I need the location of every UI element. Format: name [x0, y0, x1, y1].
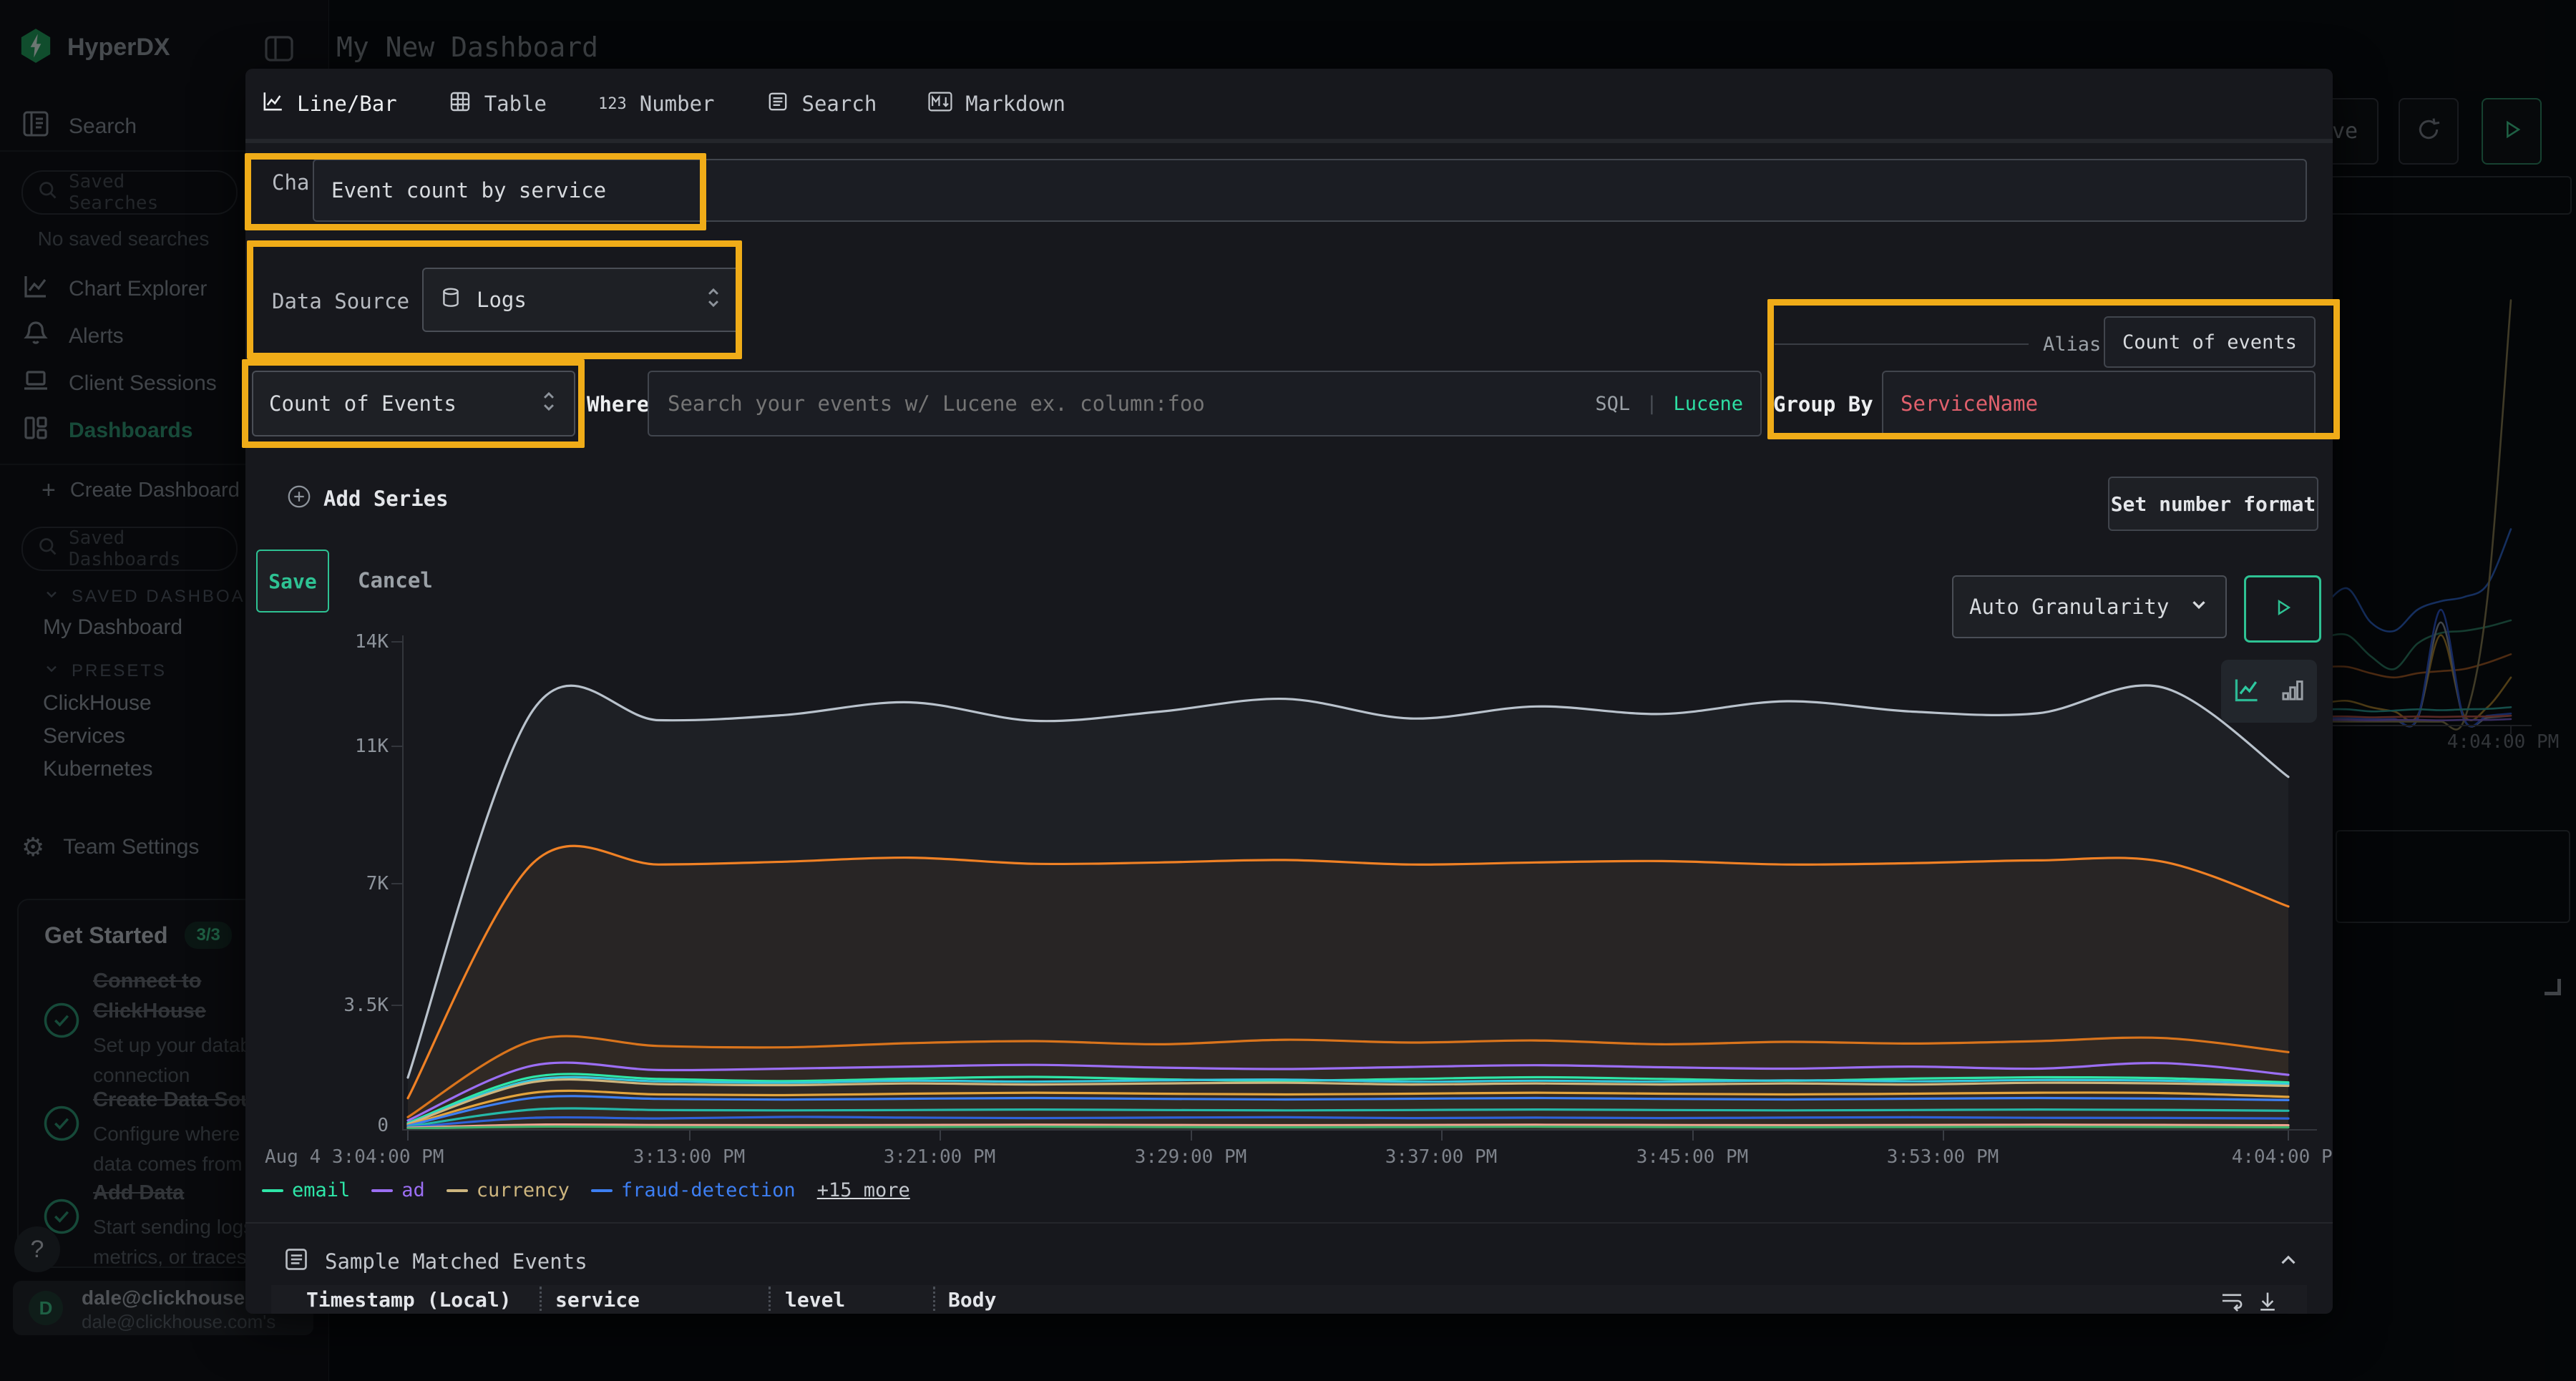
y-tick-mark — [391, 746, 403, 747]
main-chart — [401, 628, 2333, 1139]
lucene-mode-button[interactable]: Lucene — [1673, 393, 1743, 415]
legend-swatch — [262, 1189, 283, 1192]
x-tick-mark — [407, 1131, 409, 1141]
y-tick-label: 7K — [331, 873, 389, 894]
sql-mode-button[interactable]: SQL — [1595, 393, 1630, 415]
x-tick-mark — [1692, 1131, 1694, 1141]
number-123-icon: 123 — [598, 95, 627, 113]
y-tick-mark — [391, 1005, 403, 1006]
download-icon[interactable] — [2255, 1288, 2280, 1314]
play-icon — [2272, 597, 2293, 622]
legend-item-fraud-detection[interactable]: fraud-detection — [591, 1179, 796, 1201]
column-header-level[interactable]: level — [785, 1288, 845, 1312]
annotation-box-aggregation — [242, 359, 585, 448]
x-tick-mark — [1441, 1131, 1443, 1141]
markdown-icon — [928, 91, 952, 117]
column-separator[interactable] — [769, 1287, 771, 1314]
where-input[interactable] — [666, 391, 1571, 416]
list-doc-icon — [766, 90, 789, 118]
column-header-body[interactable]: Body — [948, 1288, 996, 1312]
y-tick-label: 3.5K — [317, 995, 389, 1016]
x-tick-label: 3:53:00 PM — [1857, 1146, 2029, 1168]
tab-bar: Line/Bar Table 123 Number Search Markdow… — [261, 69, 1065, 143]
y-tick-mark — [391, 641, 403, 643]
x-tick-label: 3:29:00 PM — [1105, 1146, 1277, 1168]
chart-legend: email ad currency fraud-detection +15 mo… — [262, 1179, 910, 1201]
tab-markdown[interactable]: Markdown — [928, 69, 1065, 139]
x-tick-label: 3:13:00 PM — [603, 1146, 775, 1168]
x-tick-mark — [940, 1131, 941, 1141]
annotation-box-groupby — [1767, 299, 2340, 439]
section-divider — [245, 1222, 2333, 1224]
legend-swatch — [591, 1189, 613, 1192]
legend-item-email[interactable]: email — [262, 1179, 350, 1201]
table-header-row: Timestamp (Local) service level Body — [271, 1285, 2307, 1314]
x-tick-mark — [1191, 1131, 1192, 1141]
chevron-down-icon — [2188, 594, 2210, 620]
y-axis-line — [402, 635, 404, 1129]
text-wrap-icon[interactable] — [2219, 1288, 2245, 1314]
mode-divider: | — [1646, 393, 1657, 415]
tab-line-bar[interactable]: Line/Bar — [261, 69, 397, 143]
column-header-timestamp[interactable]: Timestamp (Local) — [306, 1288, 512, 1312]
list-doc-icon — [283, 1246, 309, 1276]
annotation-box-data-source — [247, 240, 742, 359]
annotation-box-chart-name — [245, 153, 706, 230]
collapse-section-icon[interactable] — [2276, 1248, 2301, 1276]
x-tick-mark — [2288, 1131, 2289, 1141]
x-tick-mark — [1943, 1131, 1944, 1141]
x-tick-label: 3:37:00 PM — [1355, 1146, 1527, 1168]
legend-item-ad[interactable]: ad — [371, 1179, 425, 1201]
tab-search[interactable]: Search — [766, 69, 877, 139]
tab-bar-divider — [245, 139, 2333, 143]
legend-swatch — [447, 1189, 468, 1192]
x-tick-label: 4:04:00 PM — [2202, 1146, 2333, 1168]
x-tick-mark — [689, 1131, 691, 1141]
y-tick-label: 0 — [331, 1115, 389, 1136]
y-tick-mark — [391, 883, 403, 884]
save-button[interactable]: Save — [256, 550, 329, 613]
cancel-button[interactable]: Cancel — [358, 568, 433, 592]
set-number-format-button[interactable]: Set number format — [2108, 477, 2318, 531]
plus-circle-icon — [286, 484, 312, 513]
tab-table[interactable]: Table — [449, 69, 547, 139]
line-chart-icon — [261, 90, 284, 118]
add-series-button[interactable]: Add Series — [286, 484, 449, 513]
x-tick-label: 3:21:00 PM — [854, 1146, 1025, 1168]
column-separator[interactable] — [933, 1287, 935, 1314]
x-tick-label: 3:45:00 PM — [1606, 1146, 1778, 1168]
sample-events-header[interactable]: Sample Matched Events — [283, 1246, 587, 1276]
legend-item-currency[interactable]: currency — [447, 1179, 570, 1201]
legend-swatch — [371, 1189, 393, 1192]
table-icon — [449, 90, 472, 118]
where-label: Where — [587, 392, 649, 416]
tab-number[interactable]: 123 Number — [598, 69, 715, 139]
legend-more-button[interactable]: +15 more — [817, 1179, 910, 1201]
where-input-wrap[interactable]: SQL | Lucene — [648, 371, 1762, 436]
column-header-service[interactable]: service — [555, 1288, 640, 1312]
y-tick-label: 11K — [331, 736, 389, 757]
x-tick-label: Aug 4 3:04:00 PM — [265, 1146, 594, 1168]
y-tick-label: 14K — [331, 631, 389, 653]
column-separator[interactable] — [540, 1287, 542, 1314]
